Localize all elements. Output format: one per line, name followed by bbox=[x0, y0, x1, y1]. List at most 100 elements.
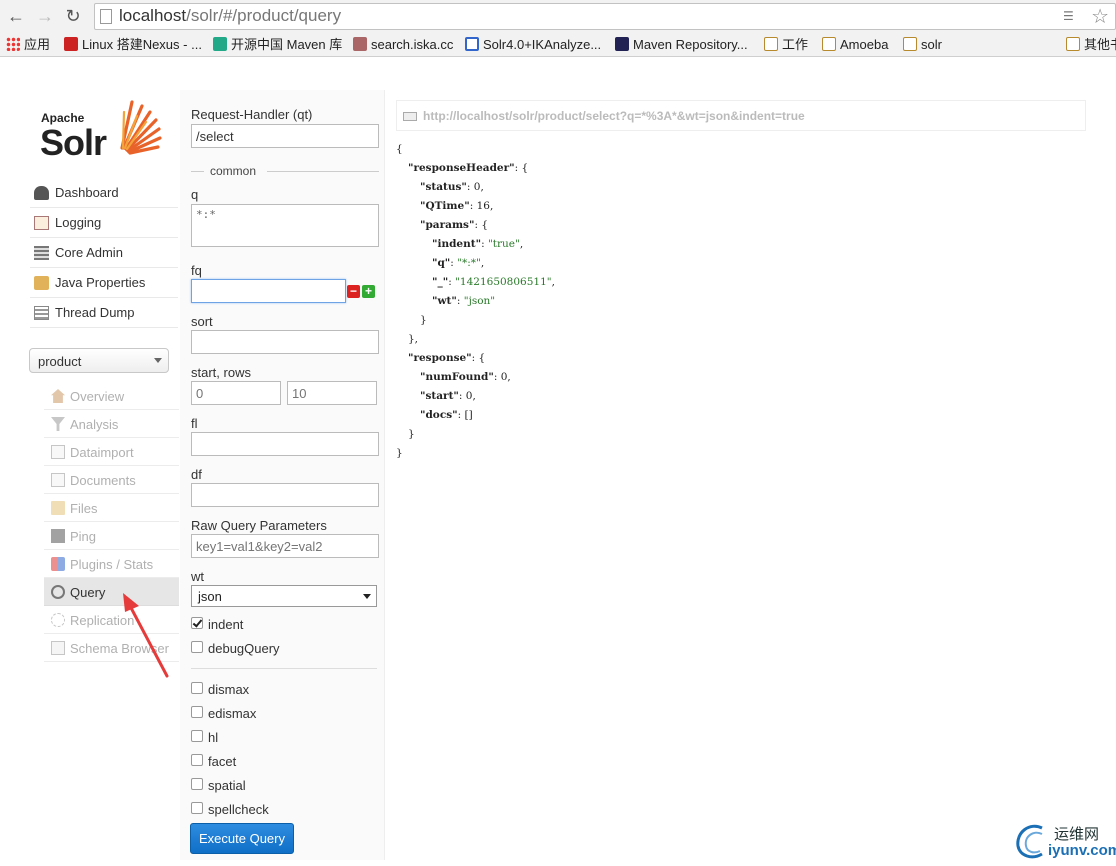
bookmark-item[interactable]: 工作 bbox=[764, 36, 808, 54]
core-menu-item-ping[interactable]: Ping bbox=[44, 522, 179, 550]
bookmark-item[interactable]: Maven Repository... bbox=[615, 36, 748, 54]
ping-icon bbox=[51, 529, 65, 543]
json-line: "q": "*:*", bbox=[432, 255, 484, 274]
bookmark-item[interactable]: Solr4.0+IKAnalyze... bbox=[465, 36, 601, 54]
menu-item-label: Core Admin bbox=[55, 245, 123, 260]
solr-favicon-icon bbox=[353, 37, 367, 51]
json-key: "indent" bbox=[432, 238, 482, 250]
df-input[interactable] bbox=[191, 483, 379, 507]
translate-icon[interactable]: ☰ bbox=[1063, 8, 1079, 24]
menu-item-logging[interactable]: Logging bbox=[30, 208, 178, 238]
core-menu-label: Plugins / Stats bbox=[70, 557, 154, 572]
google-c-icon bbox=[465, 37, 479, 51]
add-fq-button[interactable]: + bbox=[362, 285, 375, 298]
core-menu-item-documents[interactable]: Documents bbox=[44, 466, 179, 494]
java-cup-icon bbox=[34, 276, 49, 290]
bookmark-item[interactable]: 其他书签 bbox=[1066, 36, 1116, 54]
qt-input[interactable] bbox=[191, 124, 379, 148]
edismax-checkbox[interactable] bbox=[191, 706, 203, 718]
fq-input[interactable] bbox=[191, 279, 346, 303]
bookmark-label: Solr4.0+IKAnalyze... bbox=[483, 37, 602, 52]
debug-query-checkbox[interactable] bbox=[191, 641, 203, 653]
core-menu-label: Analysis bbox=[70, 417, 119, 432]
back-arrow-icon[interactable]: ← bbox=[5, 5, 27, 27]
core-menu-item-files[interactable]: Files bbox=[44, 494, 179, 522]
fl-input[interactable] bbox=[191, 432, 379, 456]
raw-params-label: Raw Query Parameters bbox=[191, 518, 327, 533]
json-line: "response": { bbox=[408, 350, 485, 369]
bookmark-item[interactable]: 开源中国 Maven 库 bbox=[213, 36, 342, 54]
address-bar[interactable]: localhost/solr/#/product/query ☰ ☆ bbox=[94, 3, 1116, 30]
bookmark-item[interactable]: 应用 bbox=[6, 36, 50, 54]
browser-toolbar: ← → ↻ localhost/solr/#/product/query ☰ ☆ bbox=[0, 0, 1116, 33]
bookmark-label: Amoeba bbox=[840, 37, 889, 52]
chevron-down-icon bbox=[363, 594, 371, 599]
options-divider bbox=[191, 668, 377, 669]
start-rows-label: start, rows bbox=[191, 365, 251, 380]
forward-arrow-icon[interactable]: → bbox=[34, 5, 56, 27]
menu-item-core-admin[interactable]: Core Admin bbox=[30, 238, 178, 268]
json-line: { bbox=[396, 141, 403, 160]
execute-query-button[interactable]: Execute Query bbox=[190, 823, 294, 854]
json-key: "_" bbox=[432, 276, 449, 288]
q-input[interactable] bbox=[191, 204, 379, 247]
remove-fq-button[interactable]: − bbox=[347, 285, 360, 298]
bookmark-item[interactable]: Amoeba bbox=[822, 36, 888, 54]
sort-input[interactable] bbox=[191, 330, 379, 354]
json-punct: , bbox=[507, 371, 511, 383]
json-line: "_": "1421650806511", bbox=[432, 274, 555, 293]
reload-icon[interactable]: ↻ bbox=[62, 5, 84, 27]
qt-label: Request-Handler (qt) bbox=[191, 107, 313, 122]
request-url-box[interactable]: http://localhost/solr/product/select?q=*… bbox=[396, 100, 1086, 131]
menu-item-thread-dump[interactable]: Thread Dump bbox=[30, 298, 178, 328]
core-menu-item-overview[interactable]: Overview bbox=[44, 382, 179, 410]
bookmark-item[interactable]: solr bbox=[903, 36, 942, 54]
bookmark-item[interactable]: Linux 搭建Nexus - ... bbox=[64, 36, 202, 54]
bookmark-item[interactable]: search.iska.cc bbox=[353, 36, 453, 54]
indent-label: indent bbox=[208, 617, 244, 632]
dismax-checkbox[interactable] bbox=[191, 682, 203, 694]
json-line: "numFound": 0, bbox=[420, 369, 511, 388]
menu-item-label: Logging bbox=[55, 215, 102, 230]
bookmark-label: Linux 搭建Nexus - ... bbox=[82, 37, 202, 52]
filter-icon bbox=[51, 417, 65, 431]
core-menu-label: Overview bbox=[70, 389, 125, 404]
bookmark-star-icon[interactable]: ☆ bbox=[1091, 4, 1109, 29]
facet-label: facet bbox=[208, 754, 237, 769]
menu-item-dashboard[interactable]: Dashboard bbox=[30, 178, 178, 208]
core-menu-item-analysis[interactable]: Analysis bbox=[44, 410, 179, 438]
chevron-down-icon bbox=[154, 358, 162, 363]
json-line: "params": { bbox=[420, 217, 488, 236]
bookmark-label: 工作 bbox=[782, 37, 809, 52]
core-selector[interactable]: product bbox=[29, 348, 169, 373]
core-menu-label: Files bbox=[70, 501, 98, 516]
json-punct: , bbox=[551, 276, 555, 288]
spellcheck-checkbox[interactable] bbox=[191, 802, 203, 814]
indent-checkbox[interactable] bbox=[191, 617, 203, 629]
json-punct: }, bbox=[408, 333, 419, 345]
json-punct: : bbox=[481, 238, 488, 250]
menu-item-java-properties[interactable]: Java Properties bbox=[30, 268, 178, 298]
hl-checkbox[interactable] bbox=[191, 730, 203, 742]
url-host: localhost bbox=[119, 6, 187, 25]
start-input[interactable] bbox=[191, 381, 281, 405]
json-punct: , bbox=[472, 390, 476, 402]
json-value: "*:*" bbox=[457, 257, 481, 269]
wt-select[interactable]: json bbox=[191, 585, 377, 607]
annotation-arrow-icon bbox=[123, 593, 169, 678]
solr-logo[interactable]: Apache Solr bbox=[40, 96, 165, 163]
plugins-icon bbox=[51, 557, 65, 571]
json-line: } bbox=[408, 426, 415, 445]
core-menu-item-dataimport[interactable]: Dataimport bbox=[44, 438, 179, 466]
request-url-link[interactable]: http://localhost/solr/product/select?q=*… bbox=[423, 109, 805, 123]
raw-params-input[interactable] bbox=[191, 534, 379, 558]
watermark-cn: 运维网 bbox=[1054, 826, 1100, 843]
spatial-checkbox[interactable] bbox=[191, 778, 203, 790]
rows-input[interactable] bbox=[287, 381, 377, 405]
json-key: "numFound" bbox=[420, 371, 494, 383]
main-menu: Dashboard Logging Core Admin Java Proper… bbox=[30, 178, 178, 328]
address-bar-url[interactable]: localhost/solr/#/product/query bbox=[119, 6, 341, 26]
core-menu-item-plugins-stats[interactable]: Plugins / Stats bbox=[44, 550, 179, 578]
debug-query-label: debugQuery bbox=[208, 641, 280, 656]
facet-checkbox[interactable] bbox=[191, 754, 203, 766]
